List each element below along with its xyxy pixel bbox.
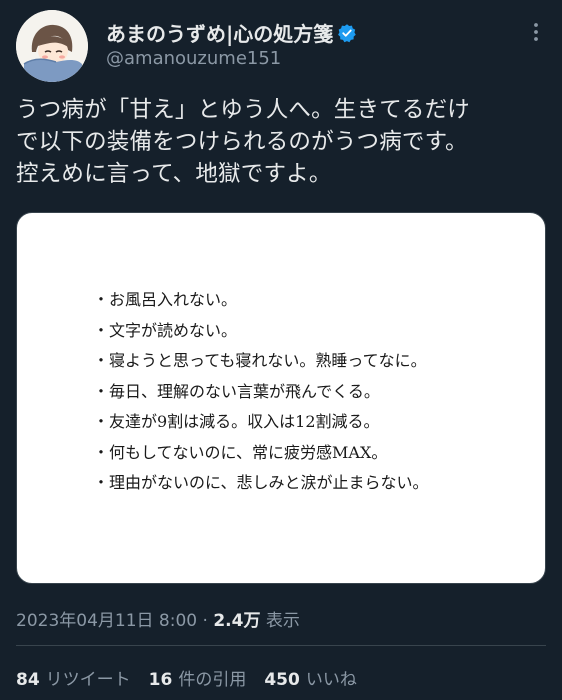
tweet-text: うつ病が「甘え」とゆう人へ。生きてるだけ で以下の装備をつけられるのがうつ病です… <box>16 94 548 190</box>
image-text-line: ・毎日、理解のない言葉が飛んでくる。 <box>93 381 380 401</box>
tweet-image[interactable]: ・お風呂入れない。 ・文字が読めない。 ・寝ようと思っても寝れない。熟睡ってなに… <box>16 212 546 584</box>
image-text-line: ・友達が9割は減る。収入は12割減る。 <box>93 412 380 431</box>
tweet-text-line: うつ病が「甘え」とゆう人へ。生きてるだけ <box>16 97 471 123</box>
avatar-illustration <box>16 10 88 82</box>
author-handle[interactable]: @amanouzume151 <box>106 48 281 69</box>
view-label: 表示 <box>265 611 300 631</box>
image-text-line: ・何もしてないのに、常に疲労感MAX。 <box>93 442 388 462</box>
quote-label: 件の引用 <box>178 670 247 690</box>
tweet-text-line: で以下の装備をつけられるのがうつ病です。 <box>16 129 468 155</box>
quotes-stat[interactable]: 16 件の引用 <box>149 665 247 690</box>
divider <box>16 645 546 646</box>
like-count: 450 <box>264 670 300 690</box>
likes-stat[interactable]: 450 いいね <box>264 665 357 690</box>
more-options-icon[interactable] <box>524 20 548 44</box>
like-label: いいね <box>305 670 357 690</box>
retweet-count: 84 <box>16 670 40 690</box>
avatar[interactable] <box>16 10 88 82</box>
author-name[interactable]: あまのうずめ|心の処方箋 <box>106 18 357 47</box>
view-count: 2.4万 <box>213 611 261 631</box>
display-name[interactable]: あまのうずめ|心の処方箋 <box>106 18 333 47</box>
tweet-meta: 2023年04月11日 8:00 · 2.4万 表示 <box>16 606 300 631</box>
engagement-stats: 84 リツイート 16 件の引用 450 いいね <box>16 665 357 690</box>
image-text-line: ・理由がないのに、悲しみと涙が止まらない。 <box>93 473 429 492</box>
retweet-label: リツイート <box>45 670 131 690</box>
verified-badge-icon <box>337 23 357 43</box>
quote-count: 16 <box>148 670 173 690</box>
timestamp[interactable]: 2023年04月11日 8:00 <box>16 611 197 631</box>
image-text: ・お風呂入れない。 ・文字が読めない。 ・寝ようと思っても寝れない。熟睡ってなに… <box>93 285 429 499</box>
tweet-text-line: 控えめに言って、地獄ですよ。 <box>16 161 332 187</box>
image-text-line: ・寝ようと思っても寝れない。熟睡ってなに。 <box>93 351 427 370</box>
tweet-detail: あまのうずめ|心の処方箋 @amanouzume151 うつ病が「甘え」とゆう人… <box>0 0 562 700</box>
meta-separator: · <box>202 611 208 631</box>
image-text-line: ・文字が読めない。 <box>93 320 238 340</box>
image-text-line: ・お風呂入れない。 <box>93 290 238 309</box>
retweets-stat[interactable]: 84 リツイート <box>16 665 131 690</box>
